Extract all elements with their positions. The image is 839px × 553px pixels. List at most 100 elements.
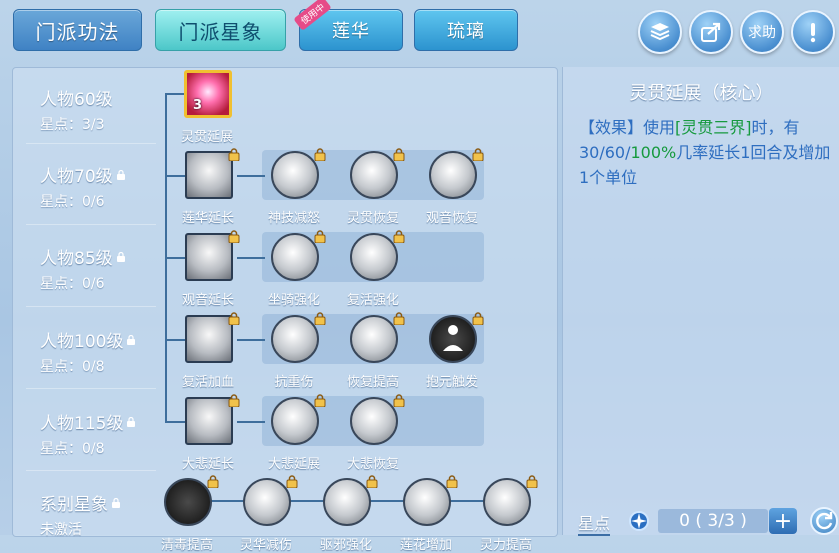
skill-label: 灵华减伤 (239, 538, 292, 553)
row-connector (237, 421, 265, 423)
level-100: 人物100级 星点：0/8 (40, 327, 136, 376)
skill-node[interactable]: 灵华减伤 (240, 475, 298, 553)
hand-icon (350, 315, 398, 363)
help-label: 求助 (748, 25, 776, 41)
skill-node[interactable]: 3 灵贯延展 (181, 70, 237, 145)
level-title: 人物85级 (40, 244, 126, 269)
skill-node[interactable]: 清毒提高 (161, 475, 219, 553)
share-button[interactable] (689, 10, 733, 54)
star-points-bar: 星点 0 ( 3/3 ) + (578, 507, 839, 536)
row-connector (237, 175, 265, 177)
tab-sect-skills[interactable]: 门派功法 (13, 9, 142, 51)
lock-icon (127, 334, 136, 345)
help-button[interactable]: 求助 (740, 10, 784, 54)
skill-label: 莲华延长 (181, 211, 234, 226)
fan-icon (271, 151, 319, 199)
skill-node[interactable]: 观音恢复 (426, 148, 484, 226)
lock-icon (314, 394, 326, 407)
tab-liuli[interactable]: 琉璃 (414, 9, 518, 51)
skill-node[interactable]: 抱元触发 (426, 312, 484, 390)
skill-detail-panel: 灵贯延展（核心） 【效果】使用[灵贯三界]时，有30/60/100%几率延长1回… (562, 67, 839, 535)
skill-node[interactable]: 抗重伤 (268, 312, 326, 390)
lotus-figure-icon: 3 (184, 70, 232, 118)
skill-node[interactable]: 复活强化 (347, 230, 405, 308)
skill-label: 大悲延展 (267, 457, 320, 472)
meditating-figure-icon (429, 315, 477, 363)
lock-icon (286, 475, 298, 488)
level-title: 人物100级 (40, 327, 136, 352)
orb-icon (350, 397, 398, 445)
skill-label: 灵贯延展 (180, 130, 233, 145)
skill-node[interactable]: 大悲延展 (268, 394, 326, 472)
level-stars: 星点：0/8 (40, 441, 105, 457)
orb-icon (271, 397, 319, 445)
text-part: 使用 (643, 118, 676, 137)
dharma-wheel-icon (483, 478, 531, 526)
skill-node[interactable]: 驱邪强化 (320, 475, 378, 553)
hand-burst-icon (185, 315, 233, 363)
lock-icon (526, 475, 538, 488)
level-faction: 系别星象 未激活 (40, 490, 121, 539)
reset-button[interactable] (810, 507, 838, 535)
lock-icon (228, 312, 240, 325)
book-icon (650, 23, 670, 41)
level-60: 人物60级 星点：3/3 (40, 85, 113, 134)
in-use-badge: 使用中 (293, 0, 332, 31)
lock-icon (393, 148, 405, 161)
level-stars: 星点：0/6 (40, 276, 105, 292)
skill-label: 灵贯恢复 (346, 211, 399, 226)
skill-detail-description: 【效果】使用[灵贯三界]时，有30/60/100%几率延长1回合及增加1个单位 (579, 115, 831, 190)
lock-icon (472, 312, 484, 325)
divider (26, 388, 156, 389)
add-star-points-button[interactable]: + (769, 508, 797, 534)
skill-label: 复活强化 (346, 293, 399, 308)
book-button[interactable] (638, 10, 682, 54)
tab-lianhua[interactable]: 使用中 莲华 (293, 0, 403, 51)
skill-label: 恢复提高 (346, 375, 399, 390)
skill-node[interactable]: 莲花增加 (400, 475, 458, 553)
skill-node[interactable]: 观音延长 (182, 230, 240, 308)
lock-icon (393, 394, 405, 407)
skill-node[interactable]: 大悲恢复 (347, 394, 405, 472)
skill-label: 莲花增加 (399, 538, 452, 553)
skill-node[interactable]: 恢复提高 (347, 312, 405, 390)
lock-icon (472, 148, 484, 161)
orb-icon (185, 397, 233, 445)
lock-icon (116, 169, 125, 180)
tab-lianhua-label: 莲华 (332, 21, 370, 42)
tab-sect-constellation[interactable]: 门派星象 (155, 9, 286, 51)
lock-icon (228, 148, 240, 161)
level-70: 人物70级 星点：0/6 (40, 162, 126, 211)
skill-node[interactable]: 莲华延长 (182, 148, 240, 226)
mount-icon (271, 233, 319, 281)
level-title: 人物70级 (40, 162, 126, 187)
guanyin-icon (429, 151, 477, 199)
skill-link[interactable]: [灵贯三界] (675, 118, 752, 137)
skill-node[interactable]: 神技减怒 (268, 148, 326, 226)
notice-button[interactable] (791, 10, 835, 54)
skill-node[interactable]: 坐骑强化 (268, 230, 326, 308)
skill-node[interactable]: 大悲延长 (182, 394, 240, 472)
level-title: 人物60级 (40, 90, 113, 110)
level-stars: 星点：0/6 (40, 194, 105, 210)
lock-icon (366, 475, 378, 488)
skill-label: 坐骑强化 (267, 293, 320, 308)
lock-icon (116, 251, 125, 262)
skill-node[interactable]: 灵力提高 (480, 475, 538, 553)
row-connector (237, 257, 265, 259)
lock-icon (446, 475, 458, 488)
skill-label: 神技减怒 (267, 211, 320, 226)
share-icon (701, 22, 721, 42)
skill-node[interactable]: 灵贯恢复 (347, 148, 405, 226)
revive-icon (350, 233, 398, 281)
skill-node[interactable]: 复活加血 (182, 312, 240, 390)
level-stars: 未激活 (40, 522, 82, 538)
divider (26, 306, 156, 307)
row-connector (237, 339, 265, 341)
level-stars: 星点：3/3 (40, 117, 105, 133)
lock-icon (393, 312, 405, 325)
level-115: 人物115级 星点：0/8 (40, 409, 136, 458)
lock-icon (228, 230, 240, 243)
meditating-figure-icon (350, 151, 398, 199)
lock-icon (207, 475, 219, 488)
